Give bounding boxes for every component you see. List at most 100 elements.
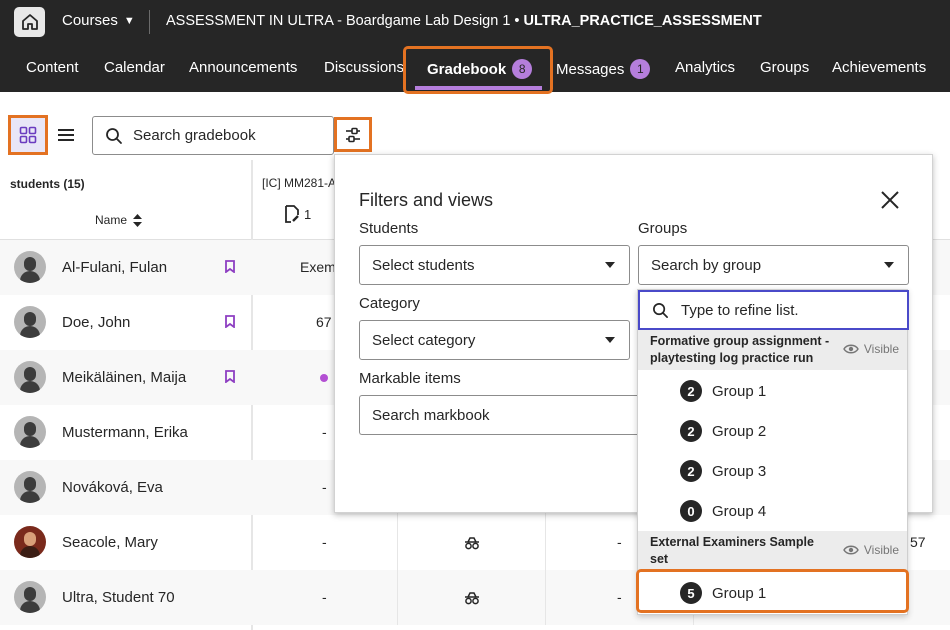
search-icon [106,127,122,144]
caret-down-icon: ▼ [123,14,135,27]
students-dropdown-value: Select students [372,256,475,274]
group-option-label: Group 4 [712,502,767,520]
tab-announcements[interactable]: Announcements [189,59,297,76]
grade-cell[interactable]: - [322,424,327,440]
group-option[interactable]: 2 Group 1 [638,371,907,411]
tab-achievements[interactable]: Achievements [832,59,926,76]
student-name[interactable]: Mustermann, Erika [62,424,188,441]
avatar [14,471,46,503]
column-header-submissions: 1 [284,205,311,223]
group-member-count: 2 [680,380,702,402]
dropdown-arrow-icon [605,337,615,343]
tab-groups[interactable]: Groups [760,59,809,76]
tab-messages[interactable]: Messages 1 [556,59,651,79]
student-name[interactable]: Meikäläinen, Maija [62,369,186,386]
course-title: ASSESSMENT IN ULTRA - Boardgame Lab Desi… [166,13,762,29]
filter-button[interactable] [334,117,372,152]
student-name[interactable]: Al-Fulani, Fulan [62,259,167,276]
avatar [14,581,46,613]
column-header-title[interactable]: [IC] MM281-A [262,176,336,190]
group-option-label: Group 2 [712,422,767,440]
group-option[interactable]: 0 Group 4 [638,491,907,531]
students-dropdown[interactable]: Select students [359,245,630,285]
home-icon [21,14,38,30]
student-name[interactable]: Seacole, Mary [62,534,158,551]
student-name[interactable]: Nováková, Eva [62,479,163,496]
list-view-button[interactable] [50,119,82,151]
refine-list-field[interactable] [638,290,909,330]
dropdown-arrow-icon [605,262,615,268]
students-label: Students [359,220,419,237]
tab-discussions[interactable]: Discussions [324,59,404,76]
highlight-gradebook [403,46,553,94]
avatar [14,416,46,448]
top-bar: Courses ▼ ASSESSMENT IN ULTRA - Boardgam… [0,0,950,44]
tab-analytics[interactable]: Analytics [675,59,735,76]
students-count: students (15) [10,177,85,191]
group-option-label: Group 3 [712,462,767,480]
needs-marking-dot [320,374,328,382]
grade-cell[interactable]: - [322,589,327,605]
avatar [14,251,46,283]
markable-items-search[interactable]: Search markbook [359,395,649,435]
groups-label: Groups [638,220,688,237]
groups-listbox: Formative group assignment - playtesting… [637,289,909,615]
column-divider [545,515,546,570]
column-divider [397,570,398,625]
eye-icon [843,344,859,354]
courses-label: Courses [62,12,118,29]
sort-icon [133,213,143,227]
grade-cell[interactable]: - [322,534,327,550]
accommodation-flag-icon [225,315,235,328]
grade-cell[interactable]: - [617,534,622,550]
avatar [14,361,46,393]
search-input[interactable] [133,127,323,144]
visibility-status: Visible [843,342,899,356]
filter-sliders-icon [346,127,360,142]
highlight-group-option [636,569,909,613]
category-dropdown-value: Select category [372,331,476,349]
markable-items-placeholder: Search markbook [372,406,490,424]
messages-badge: 1 [630,59,651,79]
list-icon [58,129,74,141]
panel-title: Filters and views [359,190,494,210]
eye-icon [843,545,859,555]
divider [149,10,150,34]
student-name[interactable]: Ultra, Student 70 [62,589,175,606]
name-sort-header[interactable]: Name [95,213,143,227]
category-label: Category [359,295,420,312]
group-member-count: 2 [680,460,702,482]
search-gradebook[interactable] [92,116,334,155]
grade-cell[interactable]: - [322,479,327,495]
grade-cell[interactable]: 57 [910,534,926,550]
grade-cell[interactable]: Exem [300,259,336,275]
tab-content[interactable]: Content [26,59,79,76]
close-icon[interactable] [878,188,902,212]
grade-cell[interactable]: 67 [316,314,332,330]
category-dropdown[interactable]: Select category [359,320,630,360]
name-header-label: Name [95,213,128,227]
avatar [14,306,46,338]
group-option-label: Group 1 [712,382,767,400]
student-name[interactable]: Doe, John [62,314,130,331]
group-member-count: 0 [680,500,702,522]
group-submission-icon[interactable] [464,591,480,605]
search-icon [653,302,668,318]
accommodation-flag-icon [225,260,235,273]
courses-menu[interactable]: Courses ▼ [62,12,135,29]
tab-calendar[interactable]: Calendar [104,59,165,76]
group-set-name: External Examiners Sample set [650,535,814,566]
group-option[interactable]: 2 Group 3 [638,451,907,491]
grade-cell[interactable]: - [617,589,622,605]
home-button[interactable] [14,7,45,37]
groups-dropdown-value: Search by group [651,256,762,274]
group-member-count: 2 [680,420,702,442]
group-submission-icon[interactable] [464,536,480,550]
visibility-status: Visible [843,543,899,557]
avatar [14,526,46,558]
group-option[interactable]: 2 Group 2 [638,411,907,451]
groups-dropdown[interactable]: Search by group [638,245,909,285]
refine-input[interactable] [681,301,881,319]
markable-items-label: Markable items [359,370,461,387]
column-divider [545,570,546,625]
